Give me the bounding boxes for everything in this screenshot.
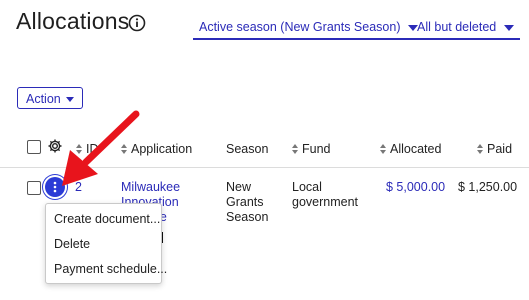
- fund-line: Local: [292, 180, 322, 194]
- season-filter-label: Active season (New Grants Season): [199, 20, 401, 34]
- menu-item-create-document[interactable]: Create document...: [54, 212, 160, 226]
- chevron-down-icon: [504, 24, 515, 31]
- row-season: New Grants Season: [226, 180, 268, 225]
- fund-line: government: [292, 195, 359, 209]
- season-line: Season: [226, 210, 269, 224]
- row-fund: Local government: [292, 180, 358, 210]
- action-button[interactable]: Action: [17, 87, 83, 109]
- season-line: New: [226, 180, 252, 194]
- column-header-paid-label: Paid: [487, 142, 513, 156]
- select-all-checkbox[interactable]: [27, 140, 41, 154]
- column-header-application-label: Application: [131, 142, 193, 156]
- status-filter-dropdown[interactable]: All but deleted: [411, 20, 521, 40]
- row-allocated-link[interactable]: $ 5,000.00: [386, 180, 445, 195]
- row-actions-menu: Create document... Delete Payment schedu…: [45, 203, 167, 284]
- status-filter-label: All but deleted: [417, 20, 497, 34]
- menu-item-payment-schedule[interactable]: Payment schedule...: [54, 262, 167, 276]
- page-title: Allocations: [16, 8, 130, 34]
- action-button-label: Action: [26, 92, 61, 106]
- column-header-allocated-label: Allocated: [390, 142, 442, 156]
- row-paid: $ 1,250.00: [458, 180, 518, 194]
- row-checkbox[interactable]: [27, 181, 41, 195]
- annotation-arrow-icon: [62, 110, 140, 186]
- sort-icon: [477, 144, 483, 154]
- column-header-season[interactable]: Season: [226, 142, 268, 156]
- chevron-down-icon: [65, 97, 74, 103]
- column-header-paid[interactable]: Paid: [477, 142, 512, 156]
- column-header-allocated[interactable]: Allocated: [380, 142, 441, 156]
- season-filter-dropdown[interactable]: Active season (New Grants Season): [193, 20, 425, 40]
- menu-item-delete[interactable]: Delete: [54, 237, 90, 251]
- sort-icon: [292, 144, 298, 154]
- info-icon[interactable]: [128, 14, 146, 32]
- column-header-fund-label: Fund: [302, 142, 331, 156]
- sort-icon: [380, 144, 386, 154]
- season-line: Grants: [226, 195, 264, 209]
- column-header-fund[interactable]: Fund: [292, 142, 331, 156]
